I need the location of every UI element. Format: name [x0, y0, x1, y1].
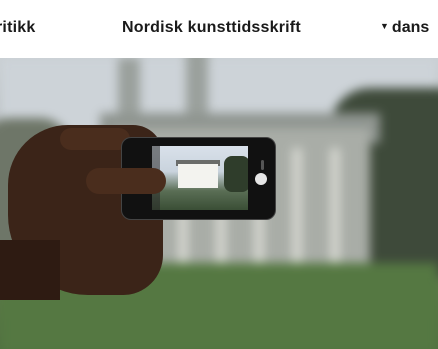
thumb	[86, 168, 166, 194]
site-title[interactable]: Nordisk kunsttidsskrift	[122, 19, 301, 37]
language-label: dans	[391, 19, 430, 36]
camera-shutter-icon	[255, 173, 267, 185]
arm	[0, 240, 60, 300]
finger	[60, 128, 130, 150]
phone-screen-photo	[152, 146, 248, 210]
caret-down-icon: ▼	[380, 21, 389, 31]
speaker-icon	[261, 160, 264, 170]
hero-photo	[0, 58, 438, 349]
site-header: ritikk Nordisk kunsttidsskrift ▼dans	[0, 0, 438, 58]
language-selector[interactable]: ▼ dans	[380, 19, 429, 37]
nav-link-kritikk[interactable]: ritikk	[0, 19, 35, 37]
